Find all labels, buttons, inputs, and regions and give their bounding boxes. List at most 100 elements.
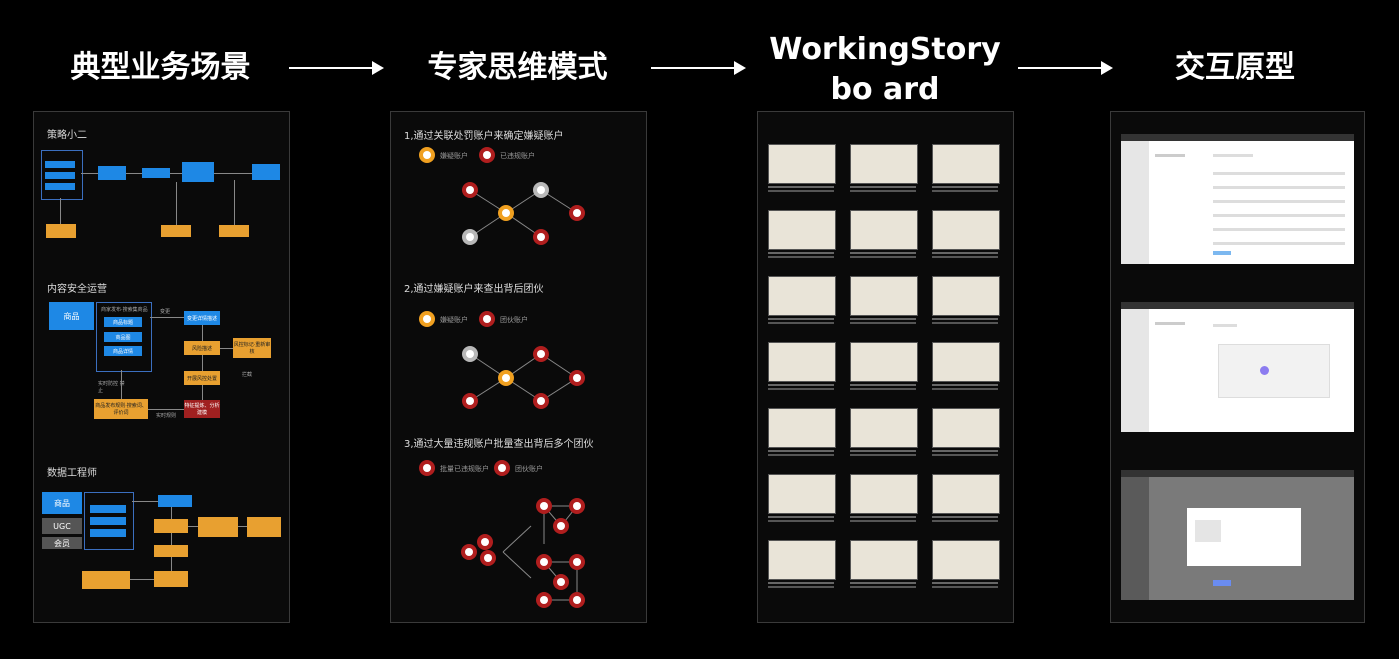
prototype-sidebar	[1121, 141, 1149, 264]
placeholder-row	[1213, 228, 1345, 231]
gang-node	[569, 592, 585, 608]
storyboard-frame	[768, 136, 846, 198]
prototype-sidebar	[1121, 309, 1149, 432]
graph-node-suspect	[498, 205, 514, 221]
model-rules-label: 实时规则	[156, 413, 177, 419]
strategy-box	[98, 166, 126, 180]
storyboard-illustration	[768, 210, 836, 250]
storyboard-caption-lines	[850, 450, 916, 452]
storyboard-illustration	[932, 474, 1000, 514]
window-titlebar	[1121, 134, 1354, 141]
storyboard-illustration	[850, 408, 918, 448]
graph-node-violating	[533, 229, 549, 245]
flow-arrow-2	[651, 61, 746, 75]
storyboard-frame	[768, 334, 846, 396]
connector	[150, 317, 184, 318]
connector	[202, 325, 203, 341]
storyboard-frame	[932, 136, 1010, 198]
section-label-strategy: 策略小二	[47, 130, 87, 141]
step-1-graph-edges	[469, 189, 578, 238]
data-item-box	[90, 529, 126, 537]
strategy-box	[219, 225, 249, 237]
connector	[214, 173, 252, 174]
placeholder-row	[1213, 172, 1345, 175]
strategy-box	[45, 183, 75, 190]
strategy-box	[161, 225, 191, 237]
connector	[188, 526, 198, 527]
strategy-box	[46, 224, 76, 238]
storyboard-frame	[768, 268, 846, 330]
gang-node	[553, 574, 569, 590]
suspect-account-icon	[419, 311, 435, 327]
content-item-box: 商品图	[104, 332, 142, 342]
risk-action-box: 风控标记·重新审核	[233, 338, 271, 358]
step-2-graph-edges	[469, 353, 578, 402]
step-3-graph-edges	[502, 505, 578, 601]
connector	[171, 533, 172, 545]
placeholder-row	[1155, 322, 1185, 325]
storyboard-frame	[932, 334, 1010, 396]
storyboard-illustration	[932, 210, 1000, 250]
connector	[171, 507, 172, 519]
storyboard-frame	[850, 334, 928, 396]
flow-arrow-3	[1018, 61, 1113, 75]
stage-title-working-storyboard: WorkingStorybo ard	[769, 32, 1001, 107]
stage-title-expert-thinking: 专家思维模式	[427, 50, 608, 85]
flow-arrow-1	[289, 61, 384, 75]
storyboard-frame	[932, 268, 1010, 330]
placeholder-button	[1213, 251, 1231, 255]
storyboard-frame	[850, 466, 928, 528]
storyboard-illustration	[850, 540, 918, 580]
data-goods-box: 商品	[42, 492, 82, 514]
blocked-label: 拦截	[242, 372, 253, 378]
storyboard-frame	[850, 268, 928, 330]
prototype-sidebar	[1121, 477, 1149, 600]
section-label-content-ops: 内容安全运营	[47, 284, 107, 295]
connector	[170, 173, 182, 174]
punish-box: 特征提炼、分析建模	[184, 400, 220, 418]
storyboard-caption-lines	[768, 516, 834, 518]
graph-node-violating	[462, 182, 478, 198]
step-2-title: 2,通过嫌疑账户来查出背后团伙	[404, 284, 544, 295]
gang-node	[536, 498, 552, 514]
storyboard-illustration	[768, 408, 836, 448]
placeholder-button	[1213, 580, 1231, 586]
graph-node-gang	[533, 346, 549, 362]
storyboard-caption-lines	[768, 582, 834, 584]
stage-title-interactive-prototype: 交互原型	[1175, 50, 1295, 85]
connector	[220, 348, 233, 349]
data-ugc-box: UGC	[42, 518, 82, 534]
change-label: 变更	[160, 309, 171, 315]
modal-image-placeholder	[1195, 520, 1221, 542]
connector	[202, 385, 203, 400]
storyboard-frame	[850, 532, 928, 594]
gang-account-icon	[479, 311, 495, 327]
storyboard-caption-lines	[768, 318, 834, 320]
strategy-box	[45, 172, 75, 179]
connector	[171, 557, 172, 571]
graph-node-gang	[462, 393, 478, 409]
storyboard-caption-lines	[850, 318, 916, 320]
storyboard-frame	[768, 202, 846, 264]
storyboard-caption-lines	[768, 186, 834, 188]
storyboard-caption-lines	[932, 186, 998, 188]
data-box	[154, 545, 188, 557]
placeholder-row	[1213, 324, 1237, 327]
storyboard-caption-lines	[932, 318, 998, 320]
gang-node	[569, 554, 585, 570]
graph-node-gang	[533, 393, 549, 409]
storyboard-caption-lines	[850, 582, 916, 584]
connector	[148, 409, 184, 410]
feedback-box: 商品发布规则·搜索词、评价词	[94, 399, 148, 419]
storyboard-frame	[932, 202, 1010, 264]
batch-violating-icon	[419, 460, 435, 476]
storyboard-frame	[932, 532, 1010, 594]
working-storyboard-panel	[757, 111, 1014, 623]
batch-node	[461, 544, 477, 560]
section-label-data-engineer: 数据工程师	[47, 468, 97, 479]
connector	[121, 370, 122, 399]
stage-title-business-scenarios: 典型业务场景	[70, 50, 251, 85]
data-box	[198, 517, 238, 537]
content-item-box: 商品标题	[104, 317, 142, 327]
publish-text: 商家发布·搜索集商品	[101, 307, 148, 313]
